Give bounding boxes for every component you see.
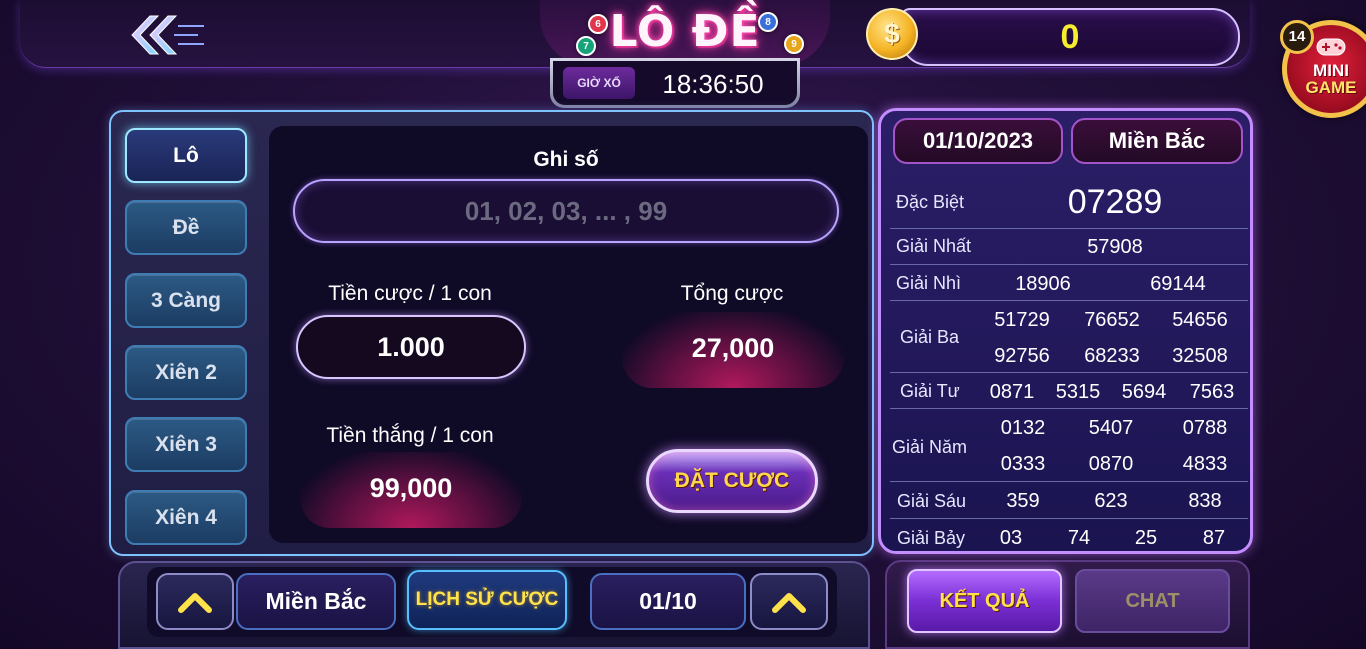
result-label: Giải Năm <box>892 437 968 457</box>
lottery-ball-icon: 8 <box>758 12 778 32</box>
tab-results[interactable]: KẾT QUẢ <box>907 569 1062 633</box>
win-label: Tiền thắng / 1 con <box>326 424 494 447</box>
result-value: 0870 <box>1088 453 1134 475</box>
result-value: 5315 <box>1055 381 1101 403</box>
tab-lo[interactable]: Lô <box>125 128 247 183</box>
result-value: 51729 <box>994 309 1050 331</box>
result-value: 0333 <box>1000 453 1046 475</box>
bet-history-button[interactable]: LỊCH SỬ CƯỢC <box>407 570 567 630</box>
draw-timer: GIỜ XỔ 18:36:50 <box>550 58 800 108</box>
mini-game-label-line1: MINI <box>1313 61 1349 80</box>
result-value: 359 <box>1006 490 1040 512</box>
result-value: 25 <box>1134 527 1158 549</box>
result-label: Giải Nhất <box>896 236 972 256</box>
double-chevron-left-icon <box>131 15 204 55</box>
result-value: 87 <box>1202 527 1226 549</box>
date-up-button[interactable] <box>750 573 828 630</box>
result-row-seventh: Giải Bảy 03 74 25 87 <box>890 519 1248 555</box>
result-row-fifth: Giải Năm 0132 5407 0788 0333 0870 4833 <box>890 409 1248 482</box>
results-region-button[interactable]: Miền Bắc <box>1071 118 1243 164</box>
stake-label: Tiền cược / 1 con <box>328 282 492 305</box>
result-value: 0871 <box>989 381 1035 403</box>
mini-game-label-line2: GAME <box>1305 78 1357 97</box>
result-value: 0788 <box>1182 417 1228 439</box>
lottery-ball-icon: 9 <box>784 34 804 54</box>
number-input[interactable]: 01, 02, 03, ... , 99 <box>293 179 839 243</box>
notification-count-badge: 14 <box>1280 20 1314 54</box>
tab-xien-4[interactable]: Xiên 4 <box>125 490 247 545</box>
result-label: Giải Sáu <box>897 491 967 511</box>
result-value: 57908 <box>1087 236 1143 258</box>
gamepad-icon <box>1316 38 1346 56</box>
result-value: 4833 <box>1182 453 1228 475</box>
lottery-ball-icon: 6 <box>588 14 608 34</box>
date-select[interactable]: 01/10 <box>590 573 746 630</box>
result-row-second: Giải Nhì 18906 69144 <box>890 265 1248 301</box>
tab-3-cang[interactable]: 3 Càng <box>125 273 247 328</box>
total-value: 27,000 <box>622 312 844 388</box>
draw-time-label: GIỜ XỔ <box>563 67 635 99</box>
result-value: 5407 <box>1088 417 1134 439</box>
chevron-up-icon <box>178 592 212 613</box>
result-row-sixth: Giải Sáu 359 623 838 <box>890 482 1248 519</box>
win-value: 99,000 <box>300 452 522 528</box>
result-value: 838 <box>1188 490 1222 512</box>
place-bet-button[interactable]: ĐẶT CƯỢC <box>646 449 818 513</box>
result-value: 03 <box>999 527 1023 549</box>
draw-time-value: 18:36:50 <box>662 69 764 99</box>
result-value: 0132 <box>1000 417 1046 439</box>
result-value: 7563 <box>1189 381 1235 403</box>
result-label: Giải Nhì <box>896 273 962 293</box>
tab-xien-3[interactable]: Xiên 3 <box>125 417 247 472</box>
result-label: Đặc Biệt <box>896 192 965 212</box>
region-select[interactable]: Miền Bắc <box>236 573 396 630</box>
result-value: 32508 <box>1172 345 1228 367</box>
result-value: 07289 <box>1067 183 1163 221</box>
result-row-first: Giải Nhất 57908 <box>890 229 1248 265</box>
tab-de[interactable]: Đề <box>125 200 247 255</box>
mini-game-label: MINI GAME <box>1286 62 1366 96</box>
result-value: 18906 <box>1015 273 1071 295</box>
coin-icon: $ <box>866 8 918 60</box>
result-row-special: Đặc Biệt 07289 <box>890 176 1248 229</box>
results-date-button[interactable]: 01/10/2023 <box>893 118 1063 164</box>
number-label: Ghi số <box>533 148 599 171</box>
balance-display: 0 <box>900 8 1240 66</box>
result-value: 76652 <box>1084 309 1140 331</box>
result-value: 5694 <box>1121 381 1167 403</box>
result-label: Giải Ba <box>900 327 960 347</box>
result-row-third: Giải Ba 51729 76652 54656 92756 68233 32… <box>890 301 1248 373</box>
region-up-button[interactable] <box>156 573 234 630</box>
result-value: 69144 <box>1150 273 1206 295</box>
result-value: 623 <box>1094 490 1128 512</box>
result-value: 54656 <box>1172 309 1228 331</box>
lottery-ball-icon: 7 <box>576 36 596 56</box>
back-button[interactable] <box>128 10 208 60</box>
game-title: LÔ ĐỀ <box>609 6 761 57</box>
result-label: Giải Bảy <box>897 528 966 548</box>
tab-xien-2[interactable]: Xiên 2 <box>125 345 247 400</box>
result-value: 68233 <box>1084 345 1140 367</box>
mini-game-button[interactable]: MINI GAME 14 <box>1280 18 1366 118</box>
result-value: 92756 <box>994 345 1050 367</box>
stake-input[interactable]: 1.000 <box>296 315 526 379</box>
chevron-up-icon <box>772 592 806 613</box>
result-label: Giải Tư <box>900 381 960 401</box>
tab-chat[interactable]: CHAT <box>1075 569 1230 633</box>
result-value: 74 <box>1067 527 1091 549</box>
result-row-fourth: Giải Tư 0871 5315 5694 7563 <box>890 373 1248 409</box>
total-label: Tổng cược <box>680 282 784 305</box>
